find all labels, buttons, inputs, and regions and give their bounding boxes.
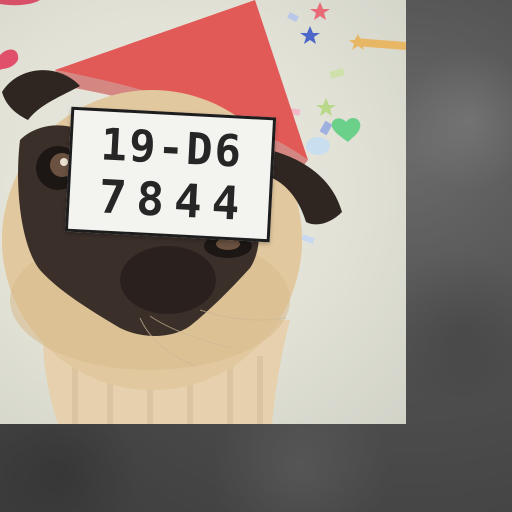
plate-line-2: 7844 [97, 168, 251, 231]
star-icon [349, 34, 367, 50]
star-icon [300, 26, 320, 44]
license-plate: 19-D6 7844 [64, 106, 277, 243]
pug-ear-left [2, 70, 80, 120]
plate-line-1: 19-D6 [99, 118, 245, 178]
star-icon [316, 98, 336, 116]
heart-icon [331, 117, 361, 142]
star-icon [310, 2, 330, 20]
pug-photo: 19-D6 7844 [0, 0, 406, 424]
